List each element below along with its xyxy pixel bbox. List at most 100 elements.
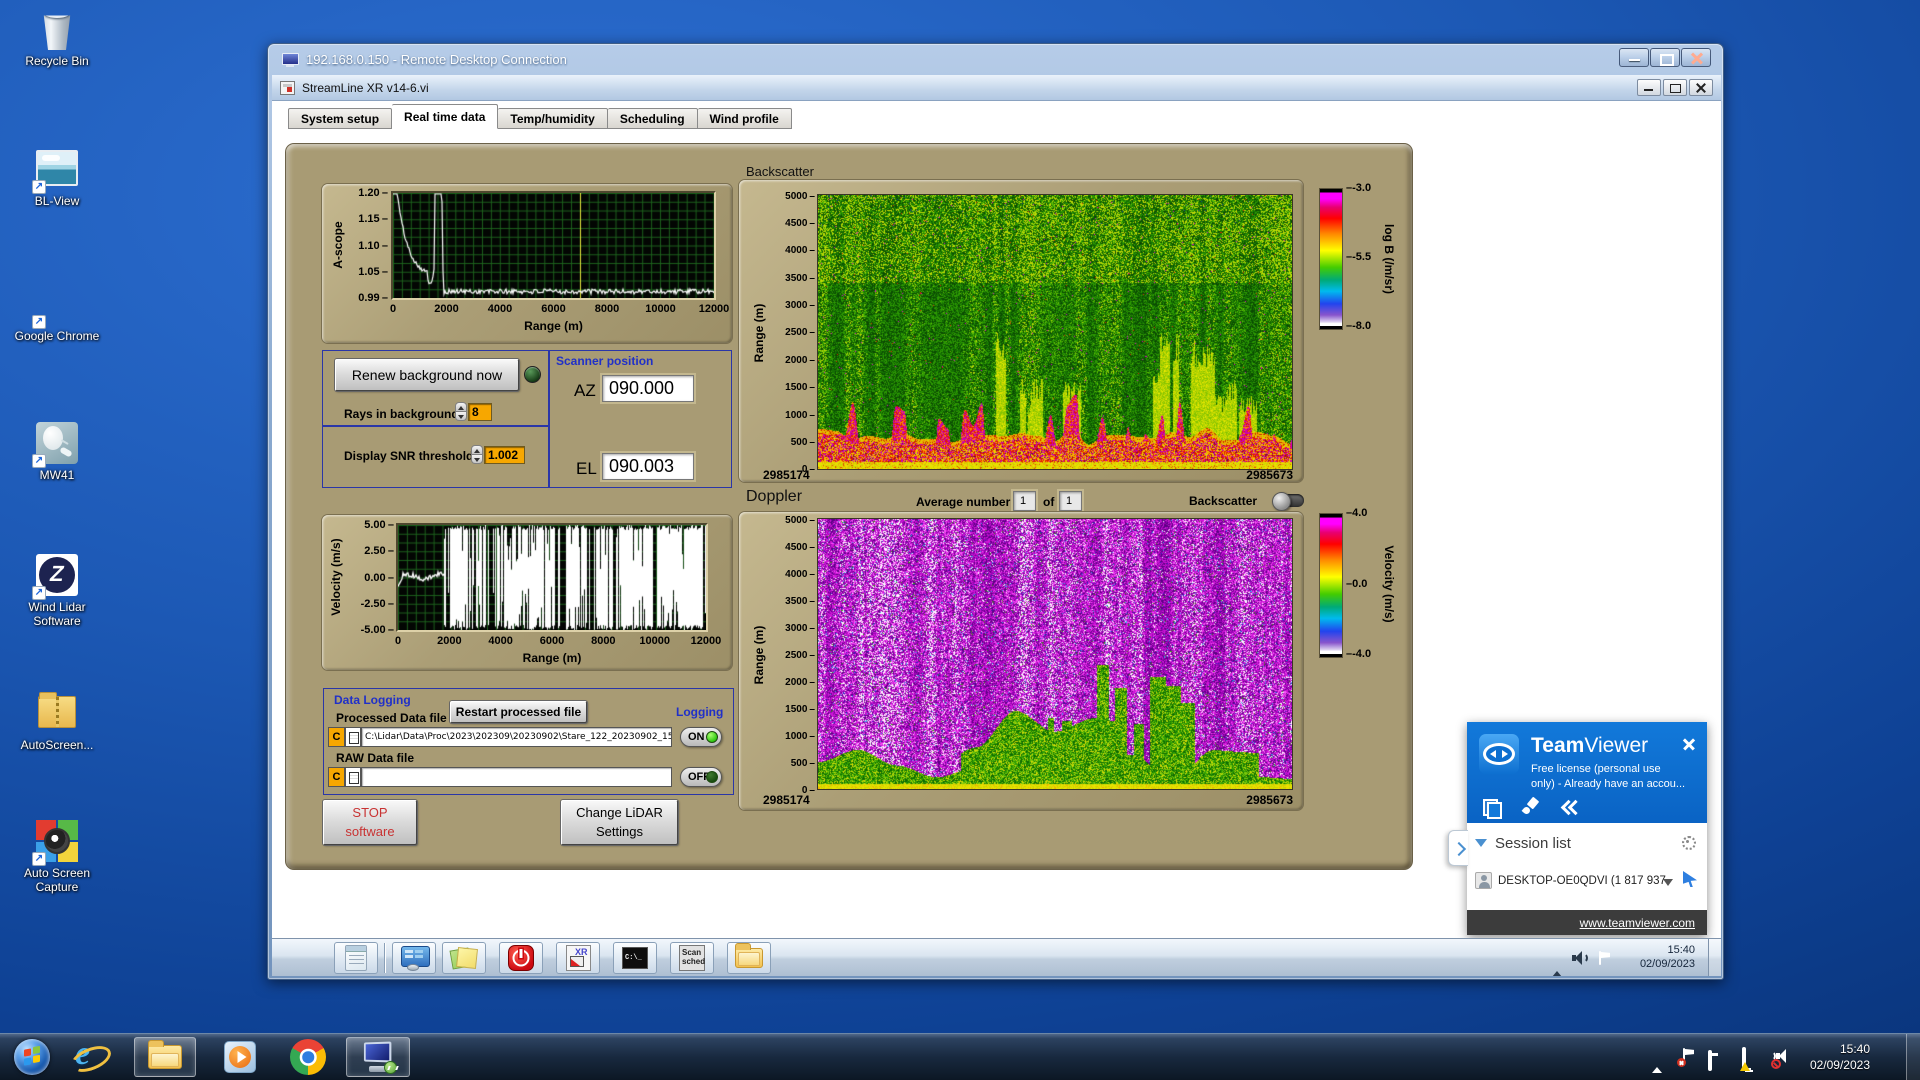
command-prompt-icon: C:\_ bbox=[622, 947, 648, 969]
remote-taskbar-stop[interactable] bbox=[499, 942, 543, 974]
backscatter-toggle-switch[interactable] bbox=[1272, 492, 1304, 511]
shortcut-arrow-icon: ↗ bbox=[32, 454, 46, 468]
remote-action-center-flag-icon[interactable] bbox=[1598, 951, 1610, 965]
on-label: ON bbox=[688, 731, 705, 743]
restart-processed-file-button[interactable]: Restart processed file bbox=[450, 701, 587, 723]
teamviewer-close-icon[interactable] bbox=[1681, 736, 1697, 752]
tab-wind-profile[interactable]: Wind profile bbox=[697, 108, 792, 129]
host-taskbar-explorer[interactable] bbox=[134, 1037, 196, 1077]
snr-value-field[interactable]: 1.002 bbox=[484, 446, 525, 464]
data-logging-title: Data Logging bbox=[334, 693, 411, 707]
teamviewer-link[interactable]: www.teamviewer.com bbox=[1580, 916, 1695, 930]
snr-spinner[interactable] bbox=[471, 445, 483, 464]
average-number-label: Average number bbox=[916, 495, 1011, 509]
desktop-icon-recycle-bin[interactable]: Recycle Bin bbox=[14, 6, 100, 69]
folder-icon bbox=[148, 1040, 182, 1069]
remote-taskbar-scan-scheduler[interactable]: Scan sched bbox=[670, 942, 714, 974]
remote-taskbar-sticky-notes[interactable] bbox=[442, 942, 486, 974]
network-status-icon[interactable] bbox=[1740, 1047, 1750, 1071]
host-taskbar-rdp[interactable] bbox=[346, 1037, 410, 1077]
teamviewer-expand-chevron[interactable] bbox=[1448, 830, 1468, 866]
session-settings-gear-icon[interactable] bbox=[1679, 833, 1696, 850]
session-copy-icon[interactable] bbox=[1481, 798, 1502, 819]
app-minimize-button[interactable] bbox=[1637, 79, 1661, 96]
el-value-field[interactable]: 090.003 bbox=[602, 453, 694, 480]
raw-browse-button[interactable] bbox=[345, 767, 361, 787]
host-taskbar-internet-explorer[interactable] bbox=[62, 1035, 114, 1077]
session-list-expander-icon[interactable] bbox=[1475, 839, 1487, 847]
remote-clock[interactable]: 15:40 02/09/2023 bbox=[1640, 943, 1695, 972]
desktop-icon-mw41[interactable]: ↗ MW41 bbox=[14, 420, 100, 483]
close-button[interactable] bbox=[1681, 48, 1711, 67]
desktop-icon-auto-screen-capture[interactable]: ↗ Auto Screen Capture bbox=[14, 818, 100, 895]
processed-browse-button[interactable] bbox=[345, 727, 361, 747]
renew-led-indicator bbox=[524, 366, 541, 383]
raw-data-file-path[interactable] bbox=[361, 767, 672, 787]
remote-taskbar-explorer[interactable] bbox=[727, 942, 771, 974]
collapse-panel-icon[interactable] bbox=[1561, 798, 1579, 816]
remote-taskbar-command-prompt[interactable]: C:\_ bbox=[613, 942, 657, 974]
stop-software-button[interactable]: STOP software bbox=[323, 800, 417, 845]
app-close-button[interactable] bbox=[1689, 79, 1713, 96]
session-dropdown-icon[interactable] bbox=[1663, 879, 1673, 886]
desktop-icon-autoscreen-zip[interactable]: AutoScreen... bbox=[14, 690, 100, 753]
teamviewer-brand: TeamViewer bbox=[1531, 734, 1648, 758]
app-restore-button[interactable] bbox=[1663, 79, 1687, 96]
rays-value-field[interactable]: 8 bbox=[468, 403, 492, 421]
desktop-icon-bl-view[interactable]: ↗ BL-View bbox=[14, 146, 100, 209]
snr-threshold-label: Display SNR threshold bbox=[344, 449, 474, 463]
processed-data-file-label: Processed Data file bbox=[336, 711, 447, 725]
host-time: 15:40 bbox=[1839, 1042, 1870, 1056]
tab-scheduling[interactable]: Scheduling bbox=[607, 108, 698, 129]
tab-system-setup[interactable]: System setup bbox=[288, 108, 393, 129]
host-clock[interactable]: 15:40 02/09/2023 bbox=[1810, 1041, 1870, 1073]
app-title-bar[interactable]: StreamLine XR v14-6.vi bbox=[272, 75, 1721, 101]
remote-taskbar-notepad[interactable] bbox=[334, 942, 378, 974]
raw-drive-selector[interactable]: C bbox=[328, 767, 345, 787]
restart-processed-file-label: Restart processed file bbox=[455, 705, 582, 719]
rays-spinner[interactable] bbox=[455, 402, 467, 421]
average-total-field[interactable]: 1 bbox=[1059, 491, 1082, 511]
whiteboard-brush-icon[interactable] bbox=[1521, 798, 1539, 816]
host-show-desktop-button[interactable] bbox=[1906, 1034, 1920, 1080]
snr-threshold-box: Display SNR threshold 1.002 bbox=[322, 426, 549, 488]
host-taskbar-media-player[interactable] bbox=[214, 1037, 266, 1077]
maximize-button[interactable] bbox=[1650, 48, 1680, 67]
raw-logging-switch[interactable]: OFF bbox=[680, 767, 722, 787]
session-list-header[interactable]: Session list bbox=[1467, 823, 1707, 867]
velocity-graph: Velocity (m/s) 5.002.500.00-2.50-5.00 02… bbox=[322, 515, 732, 670]
desktop-icon-google-chrome[interactable]: ↗ Google Chrome bbox=[14, 281, 100, 344]
host-start-button[interactable] bbox=[6, 1037, 58, 1077]
doppler-heatmap-frame: Range (m) 500045004000350030002500200015… bbox=[739, 512, 1303, 810]
renew-background-button[interactable]: Renew background now bbox=[335, 359, 519, 391]
minimize-button[interactable] bbox=[1619, 48, 1649, 67]
az-value-field[interactable]: 090.000 bbox=[602, 375, 694, 402]
tab-real-time-data[interactable]: Real time data bbox=[392, 104, 499, 129]
remote-cursor-icon[interactable] bbox=[1683, 871, 1697, 887]
remote-taskbar-streamline-xr[interactable]: XR bbox=[556, 942, 600, 974]
remote-time: 15:40 bbox=[1667, 944, 1695, 956]
host-tray-expand-icon[interactable] bbox=[1652, 1050, 1662, 1073]
processed-logging-switch[interactable]: ON bbox=[680, 727, 722, 747]
rdp-title-bar[interactable]: 192.168.0.150 - Remote Desktop Connectio… bbox=[268, 44, 1723, 75]
desktop-icon-wind-lidar[interactable]: ↗ Wind Lidar Software bbox=[14, 552, 100, 629]
remote-date: 02/09/2023 bbox=[1639, 958, 1695, 971]
remote-volume-icon[interactable] bbox=[1572, 951, 1588, 965]
battery-icon[interactable] bbox=[1708, 1050, 1712, 1071]
average-number-field[interactable]: 1 bbox=[1013, 491, 1036, 511]
processed-drive-selector[interactable]: C bbox=[328, 727, 345, 747]
remote-show-desktop-button[interactable] bbox=[1708, 939, 1721, 976]
a-scope-x-ticks: 0 2000 4000 6000 8000 10000 12000 bbox=[389, 303, 730, 315]
backscatter-section-title: Backscatter bbox=[746, 164, 814, 179]
scan-scheduler-icon: Scan sched bbox=[679, 945, 705, 971]
tab-temp-humidity[interactable]: Temp/humidity bbox=[498, 108, 608, 129]
desktop-icon-label: AutoScreen... bbox=[20, 738, 94, 752]
remote-taskbar-display-settings[interactable] bbox=[392, 942, 436, 974]
shortcut-arrow-icon: ↗ bbox=[32, 180, 46, 194]
rdp-window-title: 192.168.0.150 - Remote Desktop Connectio… bbox=[306, 52, 567, 67]
remote-tray-expand-icon[interactable] bbox=[1552, 954, 1562, 976]
session-row[interactable]: DESKTOP-OE0QDVI (1 817 937 bbox=[1467, 867, 1707, 897]
processed-data-file-path[interactable]: C:\Lidar\Data\Proc\2023\202309\20230902\… bbox=[361, 727, 672, 747]
host-taskbar-chrome[interactable] bbox=[282, 1037, 334, 1077]
change-lidar-settings-button[interactable]: Change LiDAR Settings bbox=[561, 800, 678, 845]
